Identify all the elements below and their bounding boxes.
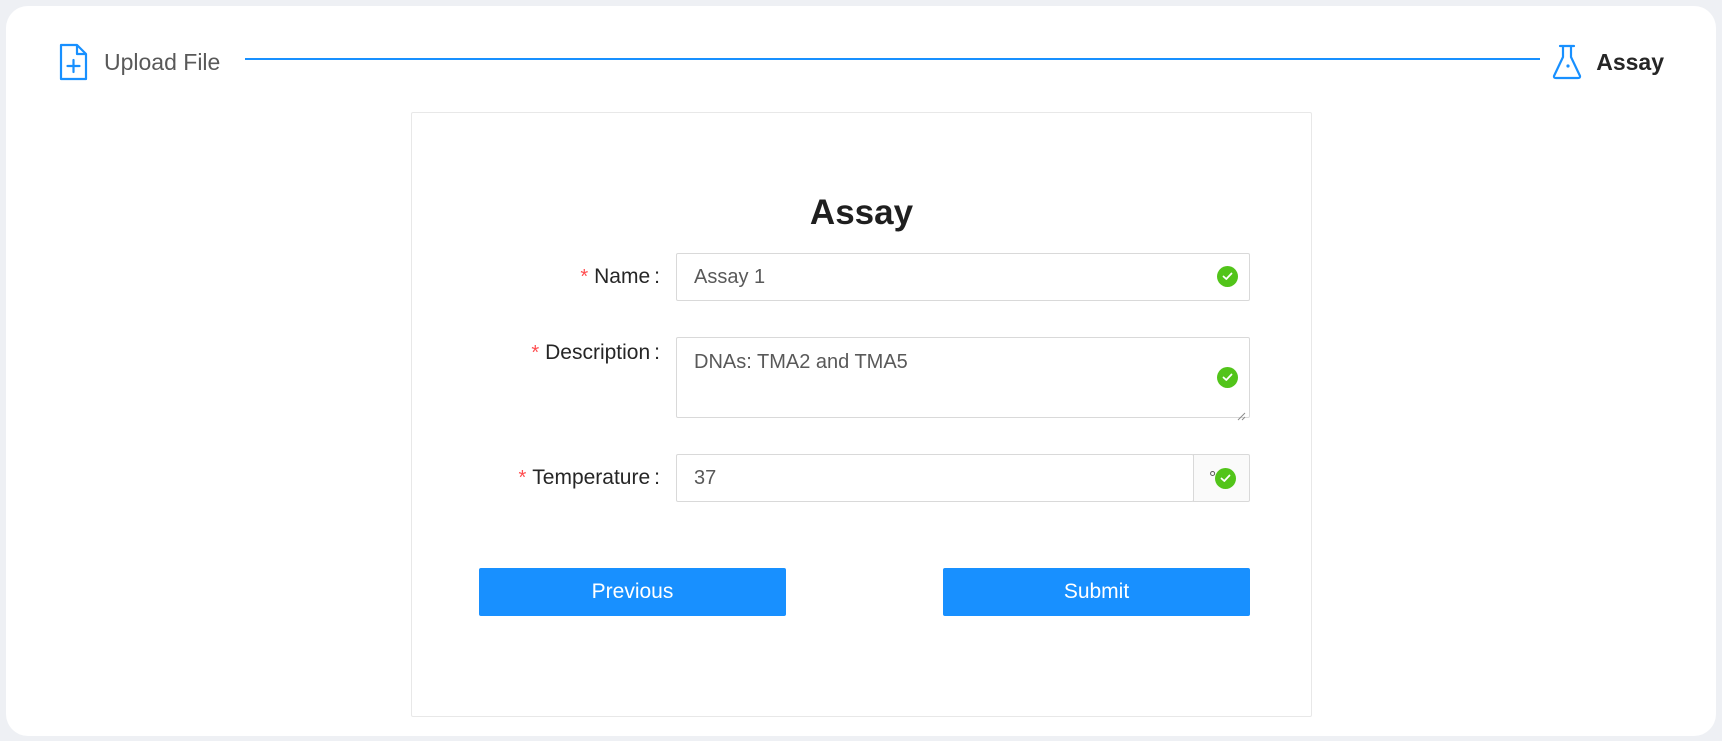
flask-icon: [1550, 42, 1584, 82]
previous-button[interactable]: Previous: [479, 568, 786, 616]
assay-form-card: Assay * Name : Assay 1 * Description : D…: [411, 112, 1312, 717]
required-asterisk: *: [518, 466, 527, 489]
file-add-icon: [56, 42, 90, 82]
page-container: Upload File Assay Assay * Name : Assay 1: [6, 6, 1716, 736]
temperature-unit-addon: °: [1193, 454, 1250, 502]
required-asterisk: *: [580, 265, 589, 288]
step-upload-file[interactable]: Upload File: [56, 42, 220, 82]
check-circle-icon: [1217, 367, 1238, 388]
step-label-upload-file: Upload File: [104, 48, 221, 75]
submit-button[interactable]: Submit: [943, 568, 1250, 616]
form-title: Assay: [809, 193, 914, 232]
steps-connector-line: [245, 58, 1540, 60]
check-circle-icon: [1217, 266, 1238, 287]
temperature-label: * Temperature :: [518, 466, 660, 489]
description-textarea[interactable]: DNAs: TMA2 and TMA5: [676, 337, 1250, 421]
name-input[interactable]: Assay 1: [676, 253, 1250, 301]
description-textarea-value: DNAs: TMA2 and TMA5: [694, 351, 908, 373]
resize-handle-icon[interactable]: [1236, 404, 1246, 421]
name-input-value: Assay 1: [694, 265, 766, 288]
temperature-input[interactable]: 37: [676, 454, 1194, 502]
temperature-input-value: 37: [694, 466, 717, 489]
description-label: * Description :: [531, 341, 660, 364]
name-label: * Name :: [580, 265, 660, 288]
check-circle-icon: [1215, 468, 1236, 489]
step-assay[interactable]: Assay: [1550, 42, 1664, 82]
step-label-assay: Assay: [1596, 48, 1664, 75]
steps-bar: Upload File Assay: [6, 6, 1716, 106]
required-asterisk: *: [531, 341, 540, 364]
